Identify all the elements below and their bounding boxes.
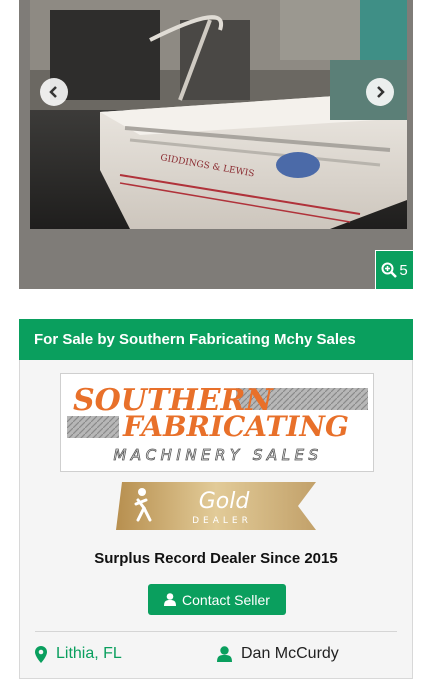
logo-line3: MACHINERY SALES: [113, 446, 322, 464]
photo-zoom-button[interactable]: 5: [375, 250, 413, 289]
chevron-right-icon: [377, 86, 385, 98]
seller-header: For Sale by Southern Fabricating Mchy Sa…: [19, 319, 413, 360]
zoom-in-icon: [381, 262, 398, 278]
chevron-left-icon: [49, 86, 57, 98]
previous-photo-button[interactable]: [40, 78, 68, 106]
seller-logo[interactable]: SOUTHERN FABRICATING MACHINERY SALES: [60, 373, 374, 472]
contact-seller-label: Contact Seller: [182, 591, 270, 608]
location-text: Lithia, FL: [56, 645, 122, 662]
gold-dealer-badge: Gold DEALER: [116, 482, 316, 530]
logo-line2: FABRICATING: [122, 410, 349, 443]
user-icon: [217, 646, 232, 662]
machine-photo[interactable]: GIDDINGS & LEWIS: [30, 0, 407, 229]
seller-contact-person: Dan McCurdy: [217, 645, 339, 663]
photo-count: 5: [399, 261, 408, 279]
photo-gallery: GIDDINGS & LEWIS 5: [19, 0, 413, 289]
contact-name: Dan McCurdy: [241, 645, 339, 662]
dealer-since-text: Surplus Record Dealer Since 2015: [94, 550, 338, 567]
seller-location[interactable]: Lithia, FL: [35, 645, 122, 663]
divider: [35, 631, 397, 632]
badge-label: DEALER: [192, 516, 252, 526]
map-marker-icon: [35, 645, 47, 663]
badge-level: Gold: [199, 489, 251, 514]
next-photo-button[interactable]: [366, 78, 394, 106]
user-icon: [164, 593, 177, 606]
contact-seller-button[interactable]: Contact Seller: [148, 584, 286, 615]
seller-card: For Sale by Southern Fabricating Mchy Sa…: [19, 319, 413, 679]
